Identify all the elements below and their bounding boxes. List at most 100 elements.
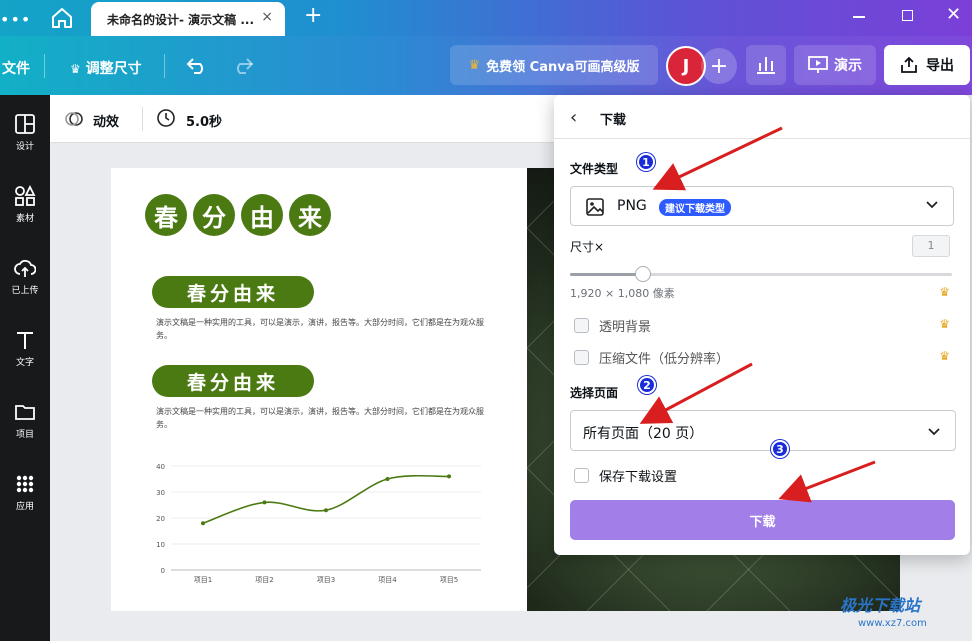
- compress-option[interactable]: 压缩文件（低分辨率）: [574, 348, 729, 367]
- upgrade-button[interactable]: ♛ 免费领 Canva可画高级版: [450, 45, 658, 85]
- panel-header: ‹ 下载: [554, 95, 970, 139]
- window-close-icon[interactable]: ✕: [946, 4, 961, 25]
- menu-dots-icon[interactable]: •••: [0, 10, 31, 29]
- rail-label: 项目: [15, 430, 34, 440]
- new-tab-button[interactable]: +: [304, 3, 322, 28]
- chart-point: [201, 521, 205, 526]
- top-toolbar: 文件 ♛ 调整尺寸 ♛ 免费领 Canva可画高级版 J + 演示 导出: [0, 36, 972, 95]
- rail-item-projects[interactable]: 项目: [0, 401, 50, 463]
- tab-close-icon[interactable]: ×: [261, 9, 273, 25]
- rail-item-design[interactable]: 设计: [0, 113, 50, 175]
- slide-title[interactable]: 春 分 由 来: [145, 194, 331, 236]
- section-body[interactable]: 演示文稿是一种实用的工具，可以是演示，演讲，报告等。大部分时间，它们都是在为观众…: [156, 405, 486, 431]
- rail-label: 应用: [15, 502, 34, 512]
- panel-title: 下载: [600, 113, 627, 128]
- slide-content: 春 分 由 来 春分由来 演示文稿是一种实用的工具，可以是演示，演讲，报告等。大…: [111, 168, 527, 611]
- download-panel: ‹ 下载 文件类型 PNG 建议下载类型 尺寸× 1 1,920 × 1,080…: [554, 95, 970, 555]
- rail-item-uploads[interactable]: 已上传: [0, 257, 50, 319]
- chart-xtick-label: 项目2: [255, 576, 273, 584]
- slider-fill: [570, 273, 643, 276]
- present-button[interactable]: 演示: [794, 45, 876, 85]
- chevron-down-icon: [926, 201, 938, 209]
- section-title[interactable]: 春分由来: [152, 365, 314, 397]
- animate-icon[interactable]: [64, 109, 84, 129]
- resize-button[interactable]: ♛ 调整尺寸: [70, 58, 142, 78]
- chart-xtick-label: 项目3: [317, 576, 335, 584]
- rail-label: 已上传: [11, 286, 39, 296]
- file-type-value: PNG: [617, 198, 647, 214]
- checkbox[interactable]: [574, 467, 589, 483]
- home-icon[interactable]: [50, 7, 74, 29]
- checkbox[interactable]: [574, 317, 589, 333]
- rail-item-apps[interactable]: 应用: [0, 473, 50, 535]
- size-slider[interactable]: [570, 266, 952, 282]
- share-upload-icon: [901, 56, 917, 73]
- file-menu[interactable]: 文件: [2, 58, 30, 78]
- section-body[interactable]: 演示文稿是一种实用的工具，可以是演示，演讲，报告等。大部分时间，它们都是在为观众…: [156, 316, 486, 342]
- title-char: 分: [193, 194, 235, 236]
- upgrade-label: 免费领 Canva可画高级版: [486, 59, 640, 75]
- size-multiplier-input[interactable]: 1: [912, 235, 950, 257]
- undo-icon[interactable]: [186, 56, 208, 74]
- rail-label: 素材: [15, 214, 34, 224]
- line-chart[interactable]: 0 10 20 30 40 项目1 项目2 项目3 项目4 项目5: [141, 456, 491, 584]
- checkbox-label: 透明背景: [599, 319, 652, 335]
- crown-icon: ♛: [468, 57, 481, 73]
- download-button[interactable]: 下载: [570, 500, 955, 540]
- image-icon: [586, 198, 604, 216]
- tab-title: 未命名的设计- 演示文稿 ...: [107, 13, 255, 27]
- title-char: 春: [145, 194, 187, 236]
- clock-icon[interactable]: [156, 108, 176, 128]
- maximize-icon[interactable]: [902, 10, 913, 21]
- present-label: 演示: [834, 58, 862, 74]
- checkbox[interactable]: [574, 349, 589, 365]
- chart-xtick-label: 项目5: [440, 576, 458, 584]
- file-type-select[interactable]: PNG 建议下载类型: [570, 186, 954, 226]
- crown-icon: ♛: [939, 317, 950, 331]
- toolbar-divider: [164, 54, 165, 78]
- rail-item-text[interactable]: 文字: [0, 329, 50, 391]
- slider-handle[interactable]: [634, 266, 651, 282]
- redo-icon[interactable]: [232, 56, 254, 74]
- title-char: 来: [289, 194, 331, 236]
- title-char: 由: [241, 194, 283, 236]
- watermark-logo: 极光下载站: [840, 596, 921, 615]
- chart-point: [262, 500, 267, 505]
- size-label: 尺寸×: [570, 240, 605, 254]
- rail-item-elements[interactable]: 素材: [0, 185, 50, 247]
- pages-select[interactable]: 所有页面（20 页）: [570, 410, 956, 451]
- add-people-button[interactable]: +: [701, 48, 737, 84]
- chart-point: [385, 477, 390, 481]
- chart-ytick-label: 20: [156, 515, 165, 523]
- crown-icon: ♛: [939, 349, 950, 363]
- chart-point: [447, 474, 451, 479]
- chart-xtick-label: 项目1: [194, 576, 212, 584]
- present-icon: [808, 56, 828, 73]
- pages-value: 所有页面（20 页）: [583, 426, 704, 442]
- export-button[interactable]: 导出: [884, 45, 970, 85]
- rail-label: 设计: [15, 142, 34, 152]
- bar-chart-icon: [757, 57, 775, 74]
- chart-ytick-label: 10: [156, 541, 165, 549]
- avatar[interactable]: J: [666, 46, 706, 86]
- export-label: 导出: [926, 58, 954, 74]
- minimize-icon[interactable]: [853, 16, 865, 18]
- watermark-url: www.xz7.com: [858, 618, 927, 629]
- chevron-down-icon: [928, 428, 940, 436]
- select-pages-label: 选择页面: [570, 386, 619, 400]
- step-marker-1: 1: [637, 153, 655, 171]
- duration-button[interactable]: 5.0秒: [186, 111, 222, 130]
- insights-button[interactable]: [746, 45, 786, 85]
- title-bar: ••• 未命名的设计- 演示文稿 ... × + ✕: [0, 0, 972, 36]
- crown-icon: ♛: [70, 62, 81, 76]
- transparent-bg-option[interactable]: 透明背景: [574, 316, 652, 335]
- save-settings-option[interactable]: 保存下载设置: [574, 466, 678, 485]
- elements-icon: [15, 185, 36, 206]
- checkbox-label: 保存下载设置: [599, 469, 678, 485]
- document-tab[interactable]: 未命名的设计- 演示文稿 ... ×: [91, 2, 285, 36]
- step-marker-2: 2: [638, 376, 656, 394]
- resize-label: 调整尺寸: [85, 61, 142, 77]
- animate-button[interactable]: 动效: [93, 111, 119, 130]
- section-title[interactable]: 春分由来: [152, 276, 314, 308]
- back-arrow-icon[interactable]: ‹: [570, 107, 577, 128]
